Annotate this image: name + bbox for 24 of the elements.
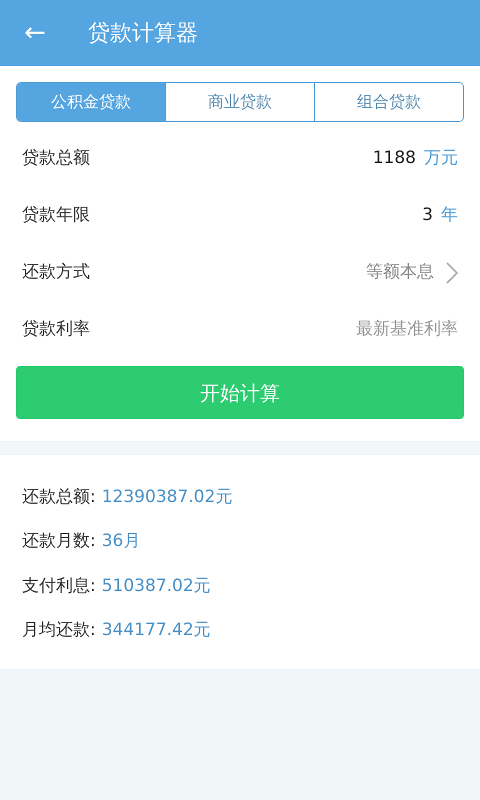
result-label: 月均还款: <box>22 619 96 642</box>
result-value: 12390387.02元 <box>102 486 232 508</box>
tab[interactable]: 公积金贷款 <box>17 83 165 121</box>
result-value: 36月 <box>102 530 140 553</box>
field-value: 最新基准利率 <box>356 318 458 341</box>
result-label: 还款月数: <box>22 530 96 553</box>
result-label: 支付利息: <box>22 574 96 598</box>
select-value[interactable]: 等额本息 <box>366 260 434 286</box>
result-value: 510387.02元 <box>102 574 211 598</box>
result-label: 还款总额: <box>22 486 96 508</box>
field-label: 还款方式 <box>22 260 90 284</box>
unit-label: 万元 <box>424 146 458 170</box>
field-value[interactable]: 1188 <box>372 146 416 172</box>
field-label: 贷款利率 <box>22 318 90 341</box>
tab[interactable]: 组合贷款 <box>314 83 463 121</box>
page-title: 贷款计算器 <box>88 20 198 48</box>
field-label: 贷款总额 <box>22 146 90 170</box>
result-value: 344177.42元 <box>102 619 211 642</box>
back-icon[interactable]: ← <box>0 20 70 46</box>
field-label: 贷款年限 <box>22 204 90 227</box>
unit-label: 年 <box>441 204 458 227</box>
field-value[interactable]: 3 <box>422 202 433 228</box>
calculate-button[interactable]: 开始计算 <box>16 366 464 419</box>
chevron-right-icon[interactable] <box>446 262 458 284</box>
